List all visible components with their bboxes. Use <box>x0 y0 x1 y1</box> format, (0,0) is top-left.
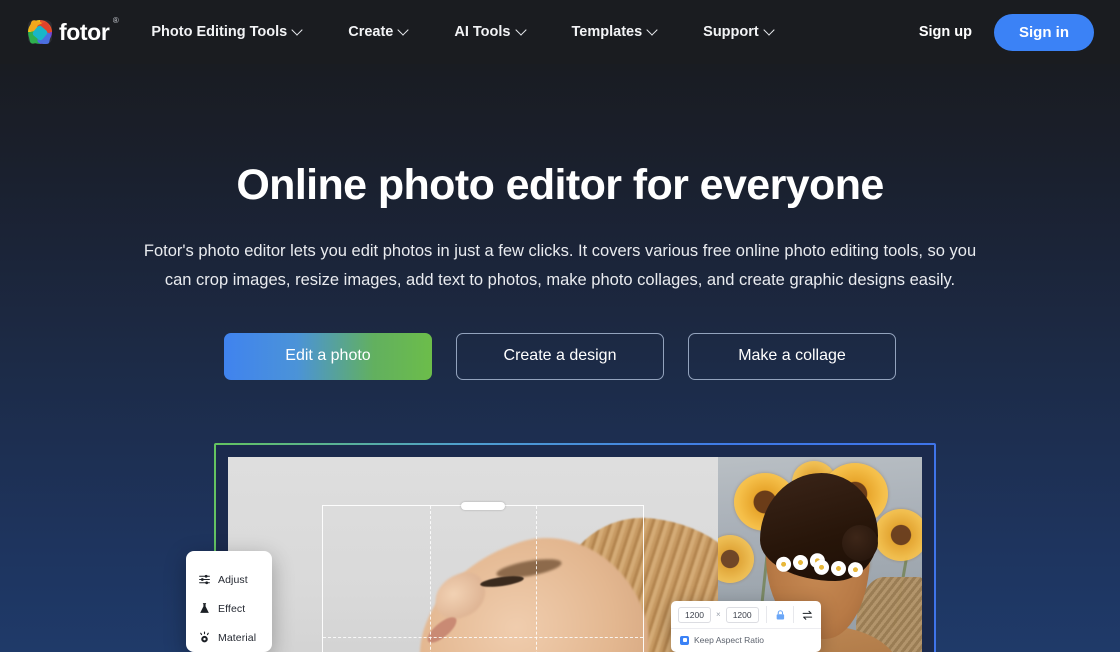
photo-blonde-portrait <box>228 457 734 652</box>
tool-item-adjust[interactable]: Adjust <box>186 565 272 594</box>
nav-item-ai-tools[interactable]: AI Tools <box>454 16 525 48</box>
nav-item-photo-editing-tools[interactable]: Photo Editing Tools <box>151 16 302 48</box>
sunflower-icon <box>718 535 754 583</box>
fotor-logo-icon <box>28 20 52 44</box>
site-header: fotor ® Photo Editing Tools Create AI To… <box>0 0 1120 64</box>
nav-label: Create <box>348 24 394 40</box>
cta-button-row: Edit a photo Create a design Make a coll… <box>0 332 1120 380</box>
keep-aspect-ratio-row[interactable]: Keep Aspect Ratio <box>671 629 821 651</box>
sparkle-eye-icon <box>200 631 209 643</box>
hero-section: Online photo editor for everyone Fotor's… <box>0 64 1120 380</box>
editor-tool-panel: Adjust Effect Material <box>186 551 272 652</box>
nav-item-templates[interactable]: Templates <box>572 16 658 48</box>
sign-up-button[interactable]: Sign up <box>909 16 982 48</box>
tool-item-material[interactable]: Material <box>186 623 272 652</box>
sliders-icon <box>199 574 210 585</box>
registered-mark: ® <box>112 15 119 25</box>
make-a-collage-button[interactable]: Make a collage <box>688 332 896 380</box>
tool-label: Adjust <box>218 573 248 586</box>
nav-label: Support <box>703 24 759 40</box>
tool-label: Material <box>218 631 257 644</box>
divider <box>765 606 767 623</box>
keep-aspect-ratio-label: Keep Aspect Ratio <box>694 635 764 645</box>
chevron-down-icon <box>765 26 774 35</box>
height-input[interactable]: 1200 <box>725 606 759 623</box>
chevron-down-icon <box>648 26 657 35</box>
dimension-separator: × <box>715 610 721 619</box>
edit-a-photo-button[interactable]: Edit a photo <box>224 332 432 380</box>
chevron-down-icon <box>293 26 302 35</box>
tool-item-effect[interactable]: Effect <box>186 594 272 623</box>
lock-icon[interactable] <box>774 608 787 622</box>
sign-in-button[interactable]: Sign in <box>994 13 1094 51</box>
crop-guide-horizontal <box>323 637 643 639</box>
main-nav: Photo Editing Tools Create AI Tools Temp… <box>151 16 773 48</box>
nav-label: AI Tools <box>454 24 511 40</box>
editor-frame-border <box>214 443 936 652</box>
sunflower-icon <box>874 509 922 561</box>
nav-item-support[interactable]: Support <box>703 16 774 48</box>
header-actions: Sign up Sign in <box>909 13 1094 51</box>
brand-name: fotor ® <box>59 16 119 45</box>
keep-aspect-ratio-checkbox[interactable] <box>680 635 689 645</box>
portrait-hair-bun <box>842 525 878 561</box>
nav-label: Photo Editing Tools <box>151 24 288 40</box>
create-a-design-button[interactable]: Create a design <box>456 332 664 380</box>
width-input[interactable]: 1200 <box>678 606 711 623</box>
chevron-down-icon <box>399 26 408 35</box>
resize-dimensions-row: 1200 × 1200 <box>671 601 821 629</box>
brand-logo[interactable]: fotor ® <box>28 16 119 45</box>
resize-dialog: 1200 × 1200 Keep Aspect Ratio <box>671 601 821 652</box>
magic-flask-icon <box>200 603 209 613</box>
crop-handle-top[interactable] <box>461 502 505 510</box>
editor-inner <box>216 445 934 652</box>
nav-label: Templates <box>571 24 643 40</box>
editor-preview <box>214 443 936 652</box>
nav-item-create[interactable]: Create <box>348 16 408 48</box>
swap-arrows-icon[interactable] <box>801 608 814 622</box>
hero-subtitle: Fotor's photo editor lets you edit photo… <box>143 242 977 289</box>
crop-overlay[interactable] <box>322 502 644 652</box>
chevron-down-icon <box>517 26 526 35</box>
page-root: fotor ® Photo Editing Tools Create AI To… <box>0 0 1120 652</box>
divider <box>793 606 795 623</box>
page-title: Online photo editor for everyone <box>236 161 884 209</box>
tool-label: Effect <box>218 602 246 615</box>
brand-name-text: fotor <box>59 18 110 45</box>
